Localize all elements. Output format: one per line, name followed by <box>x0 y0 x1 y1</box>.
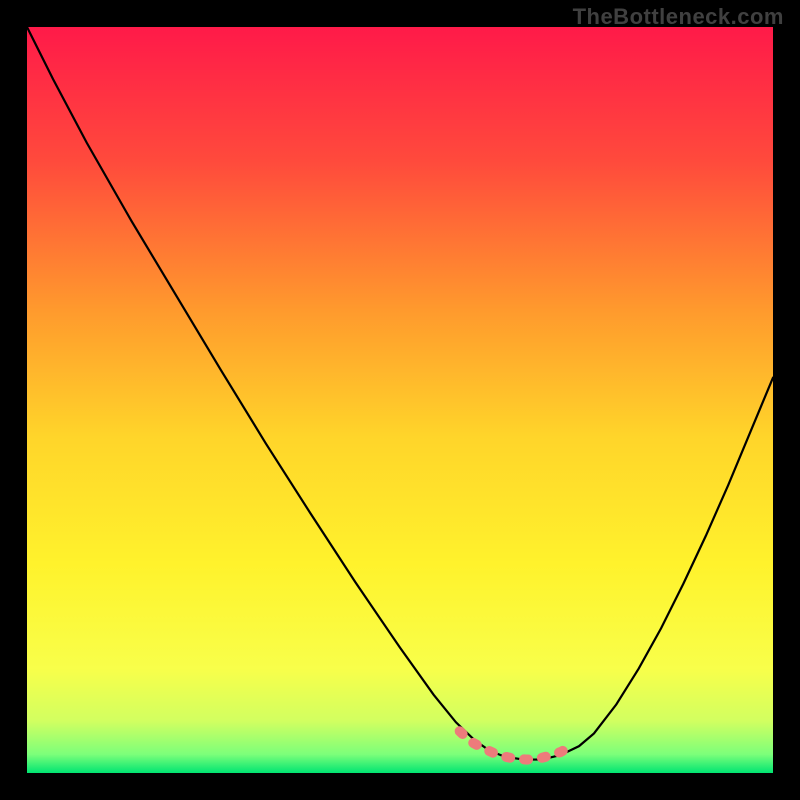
bottleneck-plot <box>27 27 773 773</box>
chart-frame: TheBottleneck.com <box>0 0 800 800</box>
plot-background <box>27 27 773 773</box>
